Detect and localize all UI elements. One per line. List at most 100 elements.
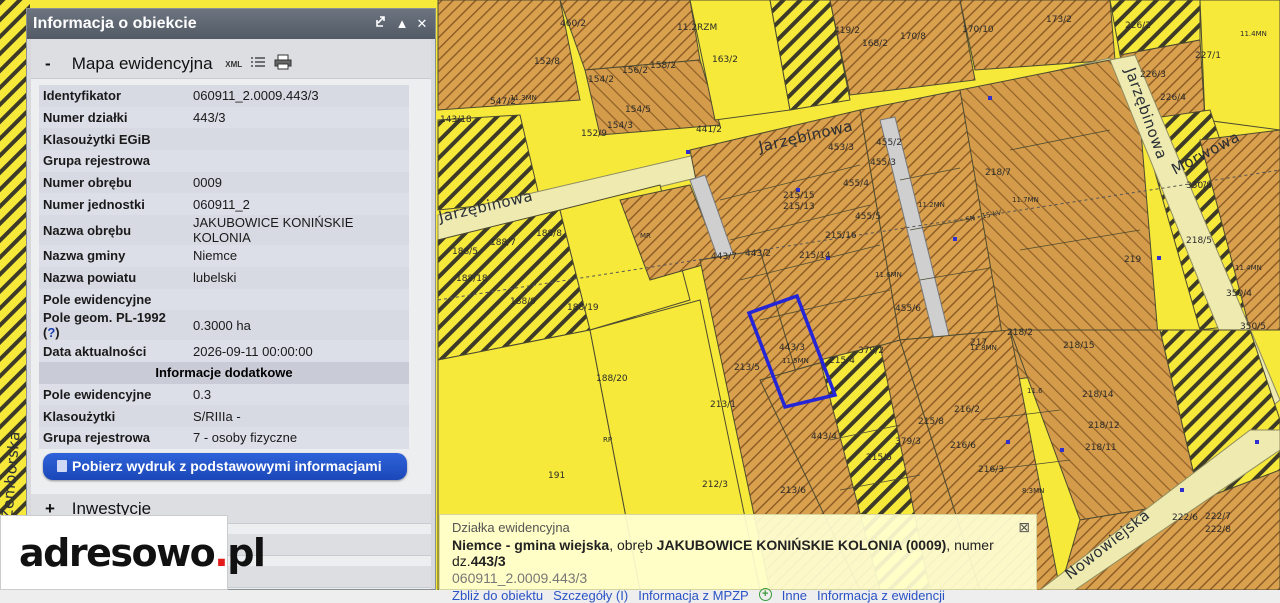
table-row: Pole ewidencyjne — [39, 288, 409, 311]
parcel-label: 191 — [548, 471, 565, 481]
parcel-label: 11.2RZM — [677, 23, 717, 33]
attr-value: 0009 — [189, 171, 409, 194]
close-icon[interactable]: ⊠ — [1018, 519, 1030, 536]
table-row: Data aktualności 2026-09-11 00:00:00 — [39, 340, 409, 362]
attr-value — [189, 288, 409, 311]
table-row: Klasoużytki EGiB — [39, 128, 409, 151]
parcel-label: 215/14 — [799, 251, 831, 261]
collapse-up-icon[interactable]: ▲ — [395, 9, 409, 39]
help-link[interactable]: ? — [47, 325, 55, 340]
table-row: Pole ewidencyjne 0.3 — [39, 383, 409, 406]
parcel-label: 218/7 — [985, 168, 1011, 178]
other-link[interactable]: Inne — [782, 588, 807, 603]
parcel-label: 218/14 — [1082, 390, 1114, 400]
parcel-label: 455/3 — [870, 158, 896, 168]
parcel-label: 188/8 — [536, 229, 562, 239]
parcel-label: 226/2 — [1125, 21, 1151, 31]
parcel-label: 212/3 — [702, 480, 728, 490]
attr-value: 0.3 — [189, 383, 409, 406]
parcel-label: 158/2 — [650, 61, 676, 71]
attr-value: 2026-09-11 00:00:00 — [189, 340, 409, 362]
zoning-label: RP — [603, 436, 612, 444]
table-row: Pole geom. PL-1992 (?) 0.3000 ha — [39, 310, 409, 341]
parcel-label: 218/12 — [1088, 421, 1120, 431]
zone-block — [584, 59, 721, 136]
attr-key: Pole geom. PL-1992 (?) — [39, 310, 189, 341]
parcel-label: 350/8 — [1186, 181, 1212, 191]
section-mapa-ewidencyjna[interactable]: - Mapa ewidencyjna XML — [31, 49, 431, 79]
logo-dot: . — [214, 531, 228, 575]
popup-links: Zbliż do obiektu Szczegóły (I) Informacj… — [452, 588, 1024, 603]
attr-key: Klasoużytki — [39, 405, 189, 427]
table-row: Identyfikator 060911_2.0009.443/3 — [39, 85, 409, 107]
zone-block — [559, 0, 701, 71]
parcel-label-selected: 443/3 — [779, 343, 805, 353]
attr-key-text: Pole geom. PL-1992 — [43, 310, 166, 326]
parcel-label: 218/2 — [1007, 328, 1033, 338]
details-link[interactable]: Szczegóły (I) — [553, 588, 628, 603]
zoning-label: 11.5MN — [782, 357, 809, 365]
list-icon[interactable] — [250, 50, 266, 80]
xml-export-icon[interactable]: XML — [225, 50, 242, 80]
popup-identifier: 060911_2.0009.443/3 — [452, 570, 588, 586]
document-icon — [57, 459, 67, 472]
parcel-label: 215/4 — [829, 356, 855, 366]
parcel-label: 152/8 — [534, 57, 560, 67]
attr-value: JAKUBOWICE KONIŃSKIE KOLONIA — [189, 215, 409, 246]
zoning-label: 11.7MN — [1012, 196, 1039, 204]
parcel-label: 156/2 — [622, 66, 648, 76]
parcel-label: 218/11 — [1085, 443, 1117, 453]
parcel-label: 215/5 — [866, 453, 892, 463]
table-row: Numer działki 443/3 — [39, 106, 409, 129]
attr-key: Pole ewidencyjne — [39, 383, 189, 406]
collapse-toggle[interactable]: - — [45, 49, 67, 79]
panel-header[interactable]: Informacja o obiekcie ▲ ✕ — [27, 9, 435, 39]
zoning-label: 11.6MN — [875, 271, 902, 279]
table-row: Grupa rejestrowa — [39, 150, 409, 172]
print-icon[interactable] — [274, 50, 292, 80]
parcel-label: 218/15 — [1063, 341, 1095, 351]
zoning-label: 11.4MN — [1240, 30, 1267, 38]
parcel-label: 154/3 — [607, 121, 633, 131]
close-icon[interactable]: ✕ — [415, 9, 429, 39]
zoom-to-object-link[interactable]: Zbliż do obiektu — [452, 588, 543, 603]
parcel-label: 170/8 — [900, 32, 926, 42]
parcel-label: 222/8 — [1205, 525, 1231, 535]
attr-key: Pole ewidencyjne — [39, 288, 189, 311]
adresowo-logo: adresowo.pl — [0, 515, 266, 590]
popup-numer: 443/3 — [470, 553, 506, 569]
attr-key: Numer działki — [39, 106, 189, 129]
link-icon[interactable] — [375, 9, 389, 39]
parcel-label: 455/2 — [876, 138, 902, 148]
parcel-label: 215/16 — [825, 231, 857, 241]
attr-value — [189, 128, 409, 151]
zoning-label: 11.2MN — [918, 201, 945, 209]
parcel-label: 213/6 — [780, 486, 806, 496]
parcel-label: 443/2 — [745, 249, 771, 259]
registry-info-link[interactable]: Informacja z ewidencji — [817, 588, 945, 603]
parcel-label: 213/5 — [734, 363, 760, 373]
parcel-label: 455/4 — [843, 179, 869, 189]
zoning-label: 11.6 — [1027, 387, 1043, 395]
table-subheader-row: Informacje dodatkowe — [39, 361, 409, 384]
parcel-label: 216/2 — [954, 405, 980, 415]
parcel-label: 170/10 — [962, 25, 994, 35]
zoning-label: MR — [640, 232, 651, 240]
zoning-label: 11.8MN — [970, 344, 997, 352]
popup-title: Działka ewidencyjna — [452, 520, 570, 535]
attr-key: Grupa rejestrowa — [39, 150, 189, 172]
attr-value: 443/3 — [189, 106, 409, 129]
parcel-label: 350/4 — [1226, 289, 1252, 299]
download-printout-button[interactable]: Pobierz wydruk z podstawowymi informacja… — [43, 452, 407, 480]
scrolled-section-remnant — [31, 39, 431, 49]
mpzp-info-link[interactable]: Informacja z MPZP — [638, 588, 749, 603]
attr-key: Nazwa gminy — [39, 245, 189, 267]
parcel-label: 222/6 — [1172, 513, 1198, 523]
parcel-label: 218/5 — [1186, 236, 1212, 246]
parcel-label: 455/6 — [895, 304, 921, 314]
popup-obreb: JAKUBOWICE KONIŃSKIE KOLONIA (0009) — [656, 537, 947, 553]
attr-value: Niemce — [189, 245, 409, 267]
parcel-label: 216/6 — [950, 441, 976, 451]
parcel-label: 227/1 — [1195, 51, 1221, 61]
parcel-label: 188/20 — [596, 374, 628, 384]
